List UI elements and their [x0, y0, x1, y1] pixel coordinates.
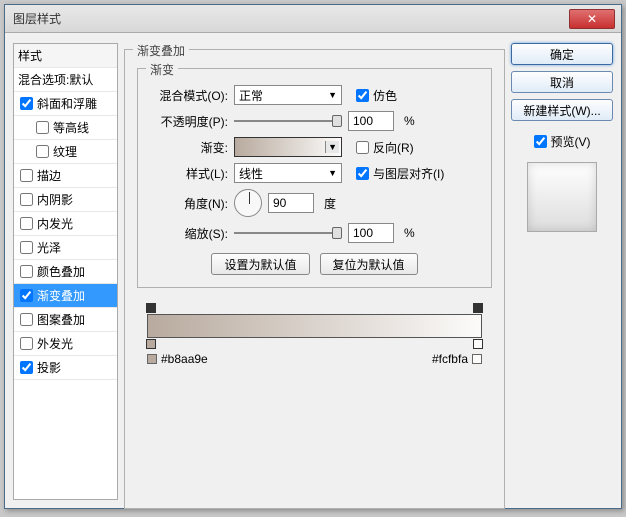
sidebar-blend-options[interactable]: 混合选项:默认 [14, 68, 117, 92]
styles-sidebar: 样式 混合选项:默认 斜面和浮雕等高线纹理描边内阴影内发光光泽颜色叠加渐变叠加图… [13, 43, 118, 500]
sidebar-check-2[interactable] [36, 145, 49, 158]
sidebar-item-label: 内发光 [37, 215, 73, 232]
sidebar-item-5[interactable]: 内发光 [14, 212, 117, 236]
angle-label: 角度(N): [150, 195, 228, 212]
dither-checkbox[interactable]: 仿色 [356, 87, 397, 104]
sidebar-check-5[interactable] [20, 217, 33, 230]
swatch-icon [472, 354, 482, 364]
dither-label: 仿色 [373, 87, 397, 104]
sidebar-check-3[interactable] [20, 169, 33, 182]
reset-default-button[interactable]: 复位为默认值 [320, 253, 418, 275]
sidebar-item-4[interactable]: 内阴影 [14, 188, 117, 212]
gradient-bar[interactable] [147, 314, 482, 338]
sidebar-check-8[interactable] [20, 289, 33, 302]
chevron-down-icon: ▼ [328, 90, 337, 100]
sidebar-item-label: 斜面和浮雕 [37, 95, 97, 112]
opacity-stop-right[interactable] [473, 303, 483, 313]
group-title: 渐变叠加 [133, 42, 189, 59]
sidebar-item-label: 图案叠加 [37, 311, 85, 328]
sidebar-item-1[interactable]: 等高线 [14, 116, 117, 140]
color-stop-right[interactable] [473, 339, 483, 349]
sidebar-item-label: 外发光 [37, 335, 73, 352]
sidebar-check-9[interactable] [20, 313, 33, 326]
sidebar-check-10[interactable] [20, 337, 33, 350]
scale-input[interactable]: 100 [348, 223, 394, 243]
swatch-icon [147, 354, 157, 364]
gradient-editor: #b8aa9e #fcfbfa [137, 314, 492, 366]
sidebar-item-9[interactable]: 图案叠加 [14, 308, 117, 332]
sidebar-item-label: 投影 [37, 359, 61, 376]
sidebar-item-label: 纹理 [53, 143, 77, 160]
cancel-button[interactable]: 取消 [511, 71, 613, 93]
sidebar-item-2[interactable]: 纹理 [14, 140, 117, 164]
sidebar-item-8[interactable]: 渐变叠加 [14, 284, 117, 308]
chevron-down-icon: ▼ [328, 168, 337, 178]
window-title: 图层样式 [5, 10, 61, 27]
percent-unit: % [404, 114, 415, 128]
blend-mode-value: 正常 [239, 87, 263, 104]
angle-unit: 度 [324, 195, 336, 212]
opacity-label: 不透明度(P): [150, 113, 228, 130]
sidebar-item-label: 等高线 [53, 119, 89, 136]
opacity-input[interactable]: 100 [348, 111, 394, 131]
scale-slider[interactable] [234, 225, 342, 241]
angle-input[interactable]: 90 [268, 193, 314, 213]
sidebar-header[interactable]: 样式 [14, 44, 117, 68]
sidebar-check-4[interactable] [20, 193, 33, 206]
reverse-checkbox[interactable]: 反向(R) [356, 139, 414, 156]
reverse-label: 反向(R) [373, 139, 414, 156]
left-stop-label: #b8aa9e [147, 352, 208, 366]
gradient-label: 渐变: [150, 139, 228, 156]
ok-button[interactable]: 确定 [511, 43, 613, 65]
sidebar-item-0[interactable]: 斜面和浮雕 [14, 92, 117, 116]
close-button[interactable]: ✕ [569, 9, 615, 29]
chevron-down-icon: ▼ [325, 141, 339, 153]
sidebar-item-label: 渐变叠加 [37, 287, 85, 304]
align-check-input[interactable] [356, 167, 369, 180]
set-default-button[interactable]: 设置为默认值 [211, 253, 309, 275]
preview-check-input[interactable] [534, 135, 547, 148]
angle-dial[interactable] [234, 189, 262, 217]
right-stop-label: #fcfbfa [432, 352, 482, 366]
right-column: 确定 取消 新建样式(W)... 预览(V) [511, 43, 613, 500]
color-stop-left[interactable] [146, 339, 156, 349]
preview-label: 预览(V) [551, 133, 591, 150]
sidebar-check-7[interactable] [20, 265, 33, 278]
inner-group-title: 渐变 [146, 61, 178, 78]
dither-check-input[interactable] [356, 89, 369, 102]
reverse-check-input[interactable] [356, 141, 369, 154]
sidebar-item-label: 内阴影 [37, 191, 73, 208]
opacity-stop-left[interactable] [146, 303, 156, 313]
sidebar-item-label: 光泽 [37, 239, 61, 256]
new-style-button[interactable]: 新建样式(W)... [511, 99, 613, 121]
align-label: 与图层对齐(I) [373, 165, 444, 182]
sidebar-item-label: 颜色叠加 [37, 263, 85, 280]
gradient-picker[interactable]: ▼ [234, 137, 342, 157]
percent-unit-2: % [404, 226, 415, 240]
main-panel: 渐变叠加 渐变 混合模式(O): 正常 ▼ 仿色 [124, 43, 505, 500]
preview-checkbox[interactable]: 预览(V) [511, 133, 613, 150]
style-label: 样式(L): [150, 165, 228, 182]
sidebar-item-6[interactable]: 光泽 [14, 236, 117, 260]
sidebar-item-label: 描边 [37, 167, 61, 184]
sidebar-item-7[interactable]: 颜色叠加 [14, 260, 117, 284]
sidebar-item-10[interactable]: 外发光 [14, 332, 117, 356]
sidebar-check-6[interactable] [20, 241, 33, 254]
blend-mode-combo[interactable]: 正常 ▼ [234, 85, 342, 105]
style-value: 线性 [239, 165, 263, 182]
layer-style-dialog: 图层样式 ✕ 样式 混合选项:默认 斜面和浮雕等高线纹理描边内阴影内发光光泽颜色… [4, 4, 622, 509]
align-layer-checkbox[interactable]: 与图层对齐(I) [356, 165, 444, 182]
titlebar: 图层样式 ✕ [5, 5, 621, 33]
sidebar-check-0[interactable] [20, 97, 33, 110]
opacity-slider[interactable] [234, 113, 342, 129]
sidebar-item-11[interactable]: 投影 [14, 356, 117, 380]
style-combo[interactable]: 线性 ▼ [234, 163, 342, 183]
blend-mode-label: 混合模式(O): [150, 87, 228, 104]
sidebar-check-1[interactable] [36, 121, 49, 134]
sidebar-check-11[interactable] [20, 361, 33, 374]
preview-thumbnail [527, 162, 597, 232]
scale-label: 缩放(S): [150, 225, 228, 242]
sidebar-item-3[interactable]: 描边 [14, 164, 117, 188]
